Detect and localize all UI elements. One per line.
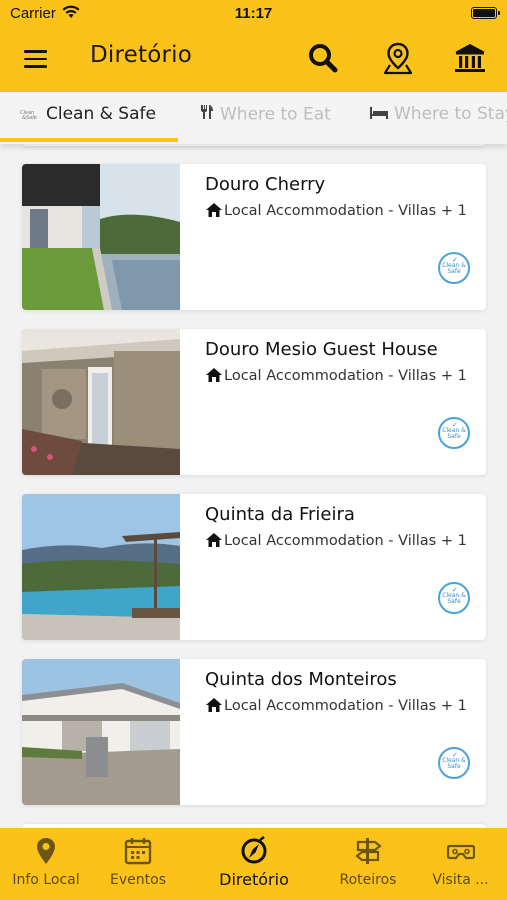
vr-headset-icon <box>446 836 475 866</box>
list-item[interactable]: Quinta da Frieira Local Accommodation - … <box>22 494 486 640</box>
listing-photo <box>22 659 180 805</box>
active-tab-indicator <box>0 138 178 142</box>
listing-category-label: Local Accommodation - Villas + 1 <box>224 203 467 219</box>
nav-label: Info Local <box>12 872 80 888</box>
listing-name: Douro Mesio Guest House <box>205 339 438 360</box>
listing-category: Local Accommodation - Villas + 1 <box>205 532 467 552</box>
svg-text:&Safe: &Safe <box>22 115 37 119</box>
header: Diretório <box>0 28 507 92</box>
nav-info-local[interactable]: Info Local <box>0 828 92 900</box>
tab-where-to-eat[interactable]: Where to Eat <box>200 104 331 132</box>
tab-label: Where to Stay <box>394 104 507 124</box>
tab-label: Where to Eat <box>220 104 331 125</box>
bottom-navigation: Info Local Eventos Diretório Roteiros Vi… <box>0 828 507 900</box>
clean-safe-badge-icon: ✓ Clean & Safe <box>438 417 470 449</box>
nav-eventos[interactable]: Eventos <box>92 828 184 900</box>
listing-category-label: Local Accommodation - Villas + 1 <box>224 368 467 384</box>
home-icon <box>205 202 223 222</box>
listing-category: Local Accommodation - Villas + 1 <box>205 367 467 387</box>
search-icon[interactable] <box>305 40 341 76</box>
battery-icon <box>471 7 500 19</box>
tab-where-to-stay[interactable]: Where to Stay <box>370 104 507 132</box>
status-bar: Carrier 11:17 <box>0 0 507 28</box>
clock: 11:17 <box>234 5 273 22</box>
cutlery-icon <box>200 104 214 125</box>
clean-safe-badge-icon: ✓ Clean & Safe <box>438 747 470 779</box>
compass-icon <box>240 836 268 866</box>
listing-name: Douro Cherry <box>205 174 326 195</box>
map-location-icon[interactable] <box>380 40 416 76</box>
list-item[interactable]: Douro Cherry Local Accommodation - Villa… <box>22 164 486 310</box>
museum-icon[interactable] <box>452 40 488 76</box>
home-icon <box>205 532 223 552</box>
nav-label: Diretório <box>219 870 289 889</box>
badge-label: Clean & Safe <box>442 757 466 770</box>
list-item[interactable]: Quinta dos Monteiros Local Accommodation… <box>22 659 486 805</box>
bed-icon <box>370 104 388 124</box>
clean-safe-logo-icon: Clean &Safe <box>20 104 40 124</box>
tab-clean-safe[interactable]: Clean &Safe Clean & Safe <box>20 104 156 132</box>
home-icon <box>205 367 223 387</box>
map-pin-icon <box>32 836 60 866</box>
nav-diretorio[interactable]: Diretório <box>200 828 308 900</box>
listing-photo <box>22 329 180 475</box>
top-app-bar: Carrier 11:17 Diretório <box>0 0 507 92</box>
tab-label: Clean & Safe <box>46 104 156 124</box>
listing-category: Local Accommodation - Villas + 1 <box>205 697 467 717</box>
nav-label: Roteiros <box>339 872 397 888</box>
list-item[interactable]: Douro Mesio Guest House Local Accommodat… <box>22 329 486 475</box>
menu-icon[interactable] <box>24 50 47 68</box>
signpost-icon <box>354 836 382 866</box>
calendar-icon <box>124 836 152 866</box>
listing-name: Quinta dos Monteiros <box>205 669 397 690</box>
clean-safe-badge-icon: ✓ Clean & Safe <box>438 252 470 284</box>
nav-label: Visita ... <box>432 872 489 888</box>
listing-photo <box>22 164 180 310</box>
listing-category-label: Local Accommodation - Villas + 1 <box>224 533 467 549</box>
badge-label: Clean & Safe <box>442 592 466 605</box>
nav-roteiros[interactable]: Roteiros <box>322 828 414 900</box>
clean-safe-badge-icon: ✓ Clean & Safe <box>438 582 470 614</box>
listing-category: Local Accommodation - Villas + 1 <box>205 202 467 222</box>
nav-visita[interactable]: Visita ... <box>414 828 507 900</box>
listing-category-label: Local Accommodation - Villas + 1 <box>224 698 467 714</box>
list-item-partial <box>22 144 486 146</box>
listing-photo <box>22 494 180 640</box>
page-title: Diretório <box>90 42 193 68</box>
category-tabs: Clean &Safe Clean & Safe Where to Eat Whe… <box>0 92 507 144</box>
directory-list[interactable]: Douro Cherry Local Accommodation - Villa… <box>0 144 507 828</box>
badge-label: Clean & Safe <box>442 262 466 275</box>
listing-name: Quinta da Frieira <box>205 504 355 525</box>
nav-label: Eventos <box>110 872 166 888</box>
home-icon <box>205 697 223 717</box>
badge-label: Clean & Safe <box>442 427 466 440</box>
